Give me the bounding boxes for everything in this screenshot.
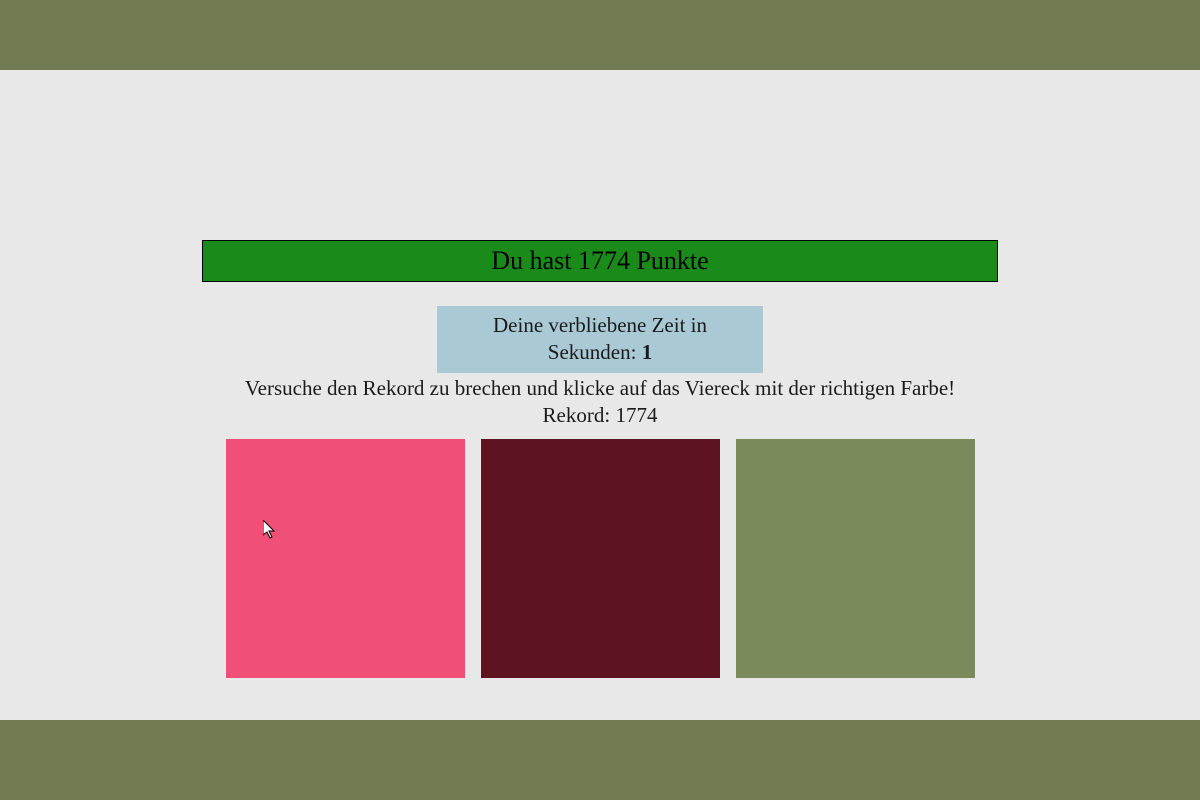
squares-container	[226, 439, 975, 678]
timer-box: Deine verbliebene Zeit in Sekunden: 1	[437, 306, 763, 373]
instructions-text: Versuche den Rekord zu brechen und klick…	[245, 375, 955, 402]
window-top-bar	[0, 0, 1200, 70]
color-square-2[interactable]	[481, 439, 720, 678]
window-bottom-bar	[0, 720, 1200, 800]
record-line: Rekord: 1774	[543, 402, 658, 429]
timer-line1: Deine verbliebene Zeit in	[493, 313, 707, 337]
record-value: 1774	[615, 403, 657, 427]
game-content: Du hast 1774 Punkte Deine verbliebene Ze…	[0, 70, 1200, 678]
timer-prefix: Sekunden:	[548, 340, 642, 364]
color-square-1[interactable]	[226, 439, 465, 678]
timer-line2: Sekunden: 1	[447, 339, 753, 366]
score-text: Du hast 1774 Punkte	[491, 246, 708, 275]
timer-value: 1	[642, 340, 653, 364]
record-label: Rekord:	[543, 403, 616, 427]
color-square-3[interactable]	[736, 439, 975, 678]
score-banner: Du hast 1774 Punkte	[202, 240, 998, 282]
